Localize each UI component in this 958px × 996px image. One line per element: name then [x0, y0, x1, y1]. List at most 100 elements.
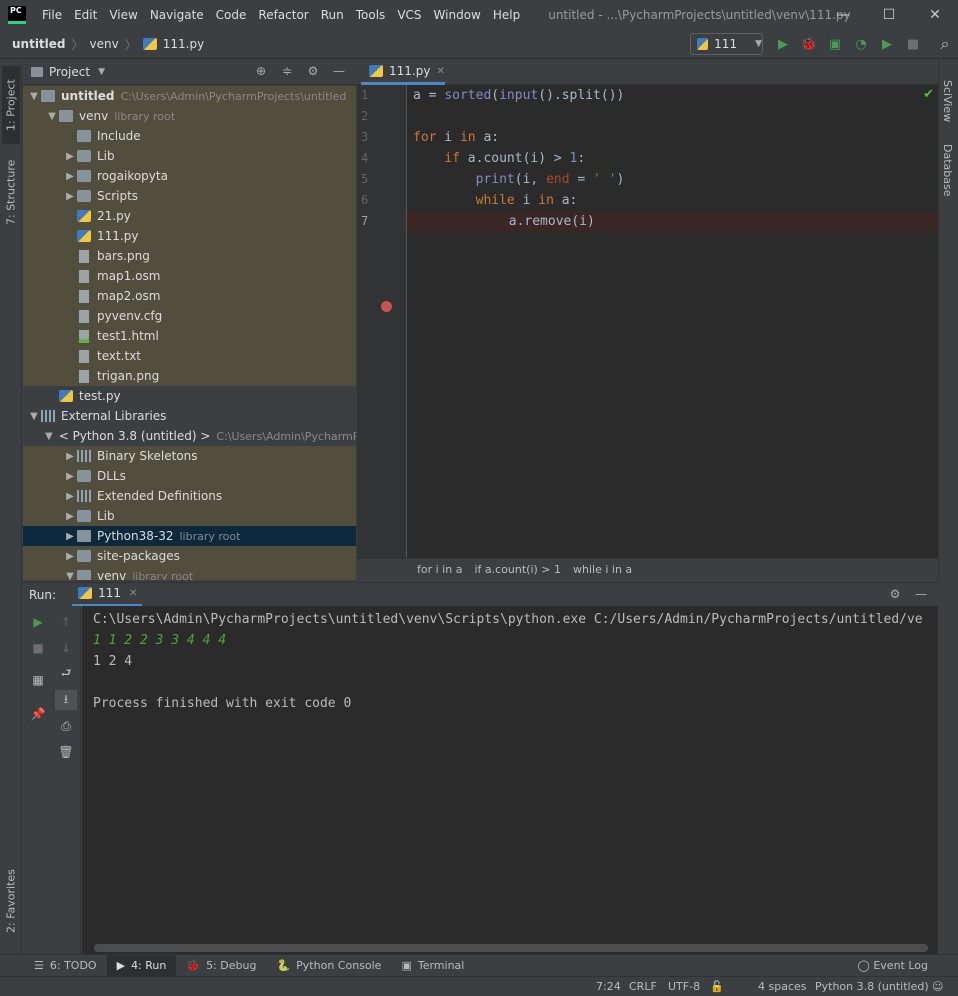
run-console[interactable]: C:\Users\Admin\PycharmProjects\untitled\…: [82, 606, 938, 954]
code-line[interactable]: [413, 106, 938, 127]
line-number[interactable]: 6: [361, 193, 381, 207]
sciview-tool-tab[interactable]: SciView: [941, 80, 954, 122]
tree-item[interactable]: pyvenv.cfg: [23, 306, 356, 326]
close-tab-icon[interactable]: ✕: [436, 66, 444, 77]
line-number[interactable]: 5: [361, 172, 381, 186]
close-button[interactable]: ✕: [912, 0, 958, 30]
menu-vcs[interactable]: VCS: [391, 8, 427, 22]
print-icon[interactable]: ⎙: [55, 716, 77, 736]
locate-icon[interactable]: ⊕: [248, 64, 274, 78]
code-line[interactable]: a.remove(i): [407, 211, 938, 232]
event-log-button[interactable]: ◯ Event Log: [858, 959, 928, 972]
project-tool-tab[interactable]: 1: Project: [2, 66, 20, 144]
close-tab-icon[interactable]: ✕: [129, 588, 137, 599]
line-number[interactable]: 1: [361, 88, 381, 102]
interpreter-selector[interactable]: Python 3.8 (untitled): [815, 980, 929, 993]
tree-item[interactable]: ▶ Binary Skeletons: [23, 446, 356, 466]
bottom-tab[interactable]: 🐍 Python Console: [266, 955, 391, 977]
tree-item[interactable]: 21.py: [23, 206, 356, 226]
tree-item[interactable]: test.py: [23, 386, 356, 406]
coverage-icon[interactable]: ▣: [822, 34, 848, 54]
chevron-right-icon[interactable]: ▶: [63, 491, 77, 502]
breadcrumb-folder[interactable]: venv: [90, 37, 119, 51]
lock-icon[interactable]: 🔓: [710, 980, 724, 993]
code-line[interactable]: print(i, end = ' '): [413, 169, 938, 190]
code-crumb[interactable]: for i in a: [417, 563, 462, 576]
breakpoint-icon[interactable]: [381, 301, 392, 312]
project-view-selector[interactable]: Project: [49, 65, 90, 79]
code-crumb[interactable]: while i in a: [573, 563, 632, 576]
indent-setting[interactable]: 4 spaces: [758, 980, 807, 993]
hide-icon[interactable]: —: [908, 587, 934, 601]
tree-item[interactable]: ▼ untitled C:\Users\Admin\PycharmProjects\…: [23, 86, 356, 106]
down-arrow-icon[interactable]: ↓: [55, 638, 77, 658]
collapse-all-icon[interactable]: ≑: [274, 64, 300, 78]
chevron-down-icon[interactable]: ▼: [27, 411, 41, 422]
tree-item[interactable]: Include: [23, 126, 356, 146]
bottom-tab[interactable]: ☰ 6: TODO: [24, 955, 107, 977]
maximize-button[interactable]: ☐: [866, 0, 912, 30]
menu-window[interactable]: Window: [428, 8, 487, 22]
code-editor[interactable]: 1 2 3 4 5 6 7 a = sorted(input().split()) for i…: [357, 85, 938, 558]
inspector-icon[interactable]: ☺: [932, 980, 943, 993]
profile-icon[interactable]: ◔: [848, 34, 874, 54]
database-tool-tab[interactable]: Database: [941, 144, 954, 197]
menu-refactor[interactable]: Refactor: [252, 8, 314, 22]
line-number[interactable]: 4: [361, 151, 381, 165]
menu-help[interactable]: Help: [487, 8, 526, 22]
tree-item[interactable]: ▼ venv library root: [23, 106, 356, 126]
chevron-right-icon[interactable]: ▶: [63, 171, 77, 182]
console-horizontal-scrollbar[interactable]: [94, 944, 928, 952]
chevron-right-icon[interactable]: ▶: [63, 471, 77, 482]
run-tab-111[interactable]: 111 ✕: [72, 583, 143, 607]
tree-item[interactable]: ▶ Lib: [23, 146, 356, 166]
chevron-right-icon[interactable]: ▶: [63, 191, 77, 202]
chevron-right-icon[interactable]: ▶: [63, 511, 77, 522]
inspection-ok-icon[interactable]: ✔: [923, 87, 934, 102]
trash-icon[interactable]: 🗑: [55, 742, 77, 762]
structure-tool-tab[interactable]: 7: Structure: [2, 152, 20, 232]
tree-item[interactable]: map1.osm: [23, 266, 356, 286]
caret-position[interactable]: 7:24: [596, 980, 621, 993]
breadcrumb-project[interactable]: untitled: [12, 37, 66, 51]
run-icon[interactable]: ▶: [770, 34, 796, 54]
line-number[interactable]: 7: [361, 214, 381, 228]
file-encoding[interactable]: UTF-8: [668, 980, 700, 993]
menu-tools[interactable]: Tools: [350, 8, 392, 22]
soft-wrap-icon[interactable]: ⮐: [55, 664, 77, 684]
bottom-tab[interactable]: ▶ 4: Run: [106, 954, 177, 977]
chevron-down-icon[interactable]: ▼: [63, 571, 77, 581]
tree-item[interactable]: ▼ < Python 3.8 (untitled) > C:\Users\Admin…: [23, 426, 356, 446]
menu-edit[interactable]: Edit: [68, 8, 103, 22]
layout-icon[interactable]: ▦: [27, 670, 49, 690]
chevron-right-icon[interactable]: ▶: [63, 551, 77, 562]
menu-code[interactable]: Code: [210, 8, 253, 22]
tree-item[interactable]: bars.png: [23, 246, 356, 266]
menu-view[interactable]: View: [103, 8, 143, 22]
menu-file[interactable]: File: [36, 8, 68, 22]
line-number[interactable]: 2: [361, 109, 381, 123]
code-line[interactable]: for i in a:: [413, 127, 938, 148]
menu-run[interactable]: Run: [315, 8, 350, 22]
scroll-to-end-icon[interactable]: ⭳: [55, 690, 77, 710]
breadcrumb-file[interactable]: 111.py: [163, 37, 204, 51]
up-arrow-icon[interactable]: ↑: [55, 612, 77, 632]
code-line[interactable]: while i in a:: [413, 190, 938, 211]
tree-item[interactable]: ▶ Extended Definitions: [23, 486, 356, 506]
tree-item[interactable]: 111.py: [23, 226, 356, 246]
tree-item[interactable]: test1.html: [23, 326, 356, 346]
editor-gutter[interactable]: 1 2 3 4 5 6 7: [357, 85, 407, 558]
tree-item[interactable]: ▶ Scripts: [23, 186, 356, 206]
chevron-down-icon[interactable]: ▼: [45, 431, 53, 442]
tree-item[interactable]: ▼ External Libraries: [23, 406, 356, 426]
editor-tab-111py[interactable]: 111.py ✕: [361, 60, 445, 85]
code-line[interactable]: if a.count(i) > 1:: [413, 148, 938, 169]
tree-item[interactable]: ▶ DLLs: [23, 466, 356, 486]
tree-item[interactable]: ▶ site-packages: [23, 546, 356, 566]
rerun-icon[interactable]: ▶: [27, 612, 49, 632]
chevron-right-icon[interactable]: ▶: [63, 531, 77, 542]
pin-icon[interactable]: 📌: [27, 704, 49, 724]
favorites-tool-tab[interactable]: 2: Favorites: [2, 860, 20, 942]
tree-item[interactable]: trigan.png: [23, 366, 356, 386]
chevron-right-icon[interactable]: ▶: [63, 451, 77, 462]
